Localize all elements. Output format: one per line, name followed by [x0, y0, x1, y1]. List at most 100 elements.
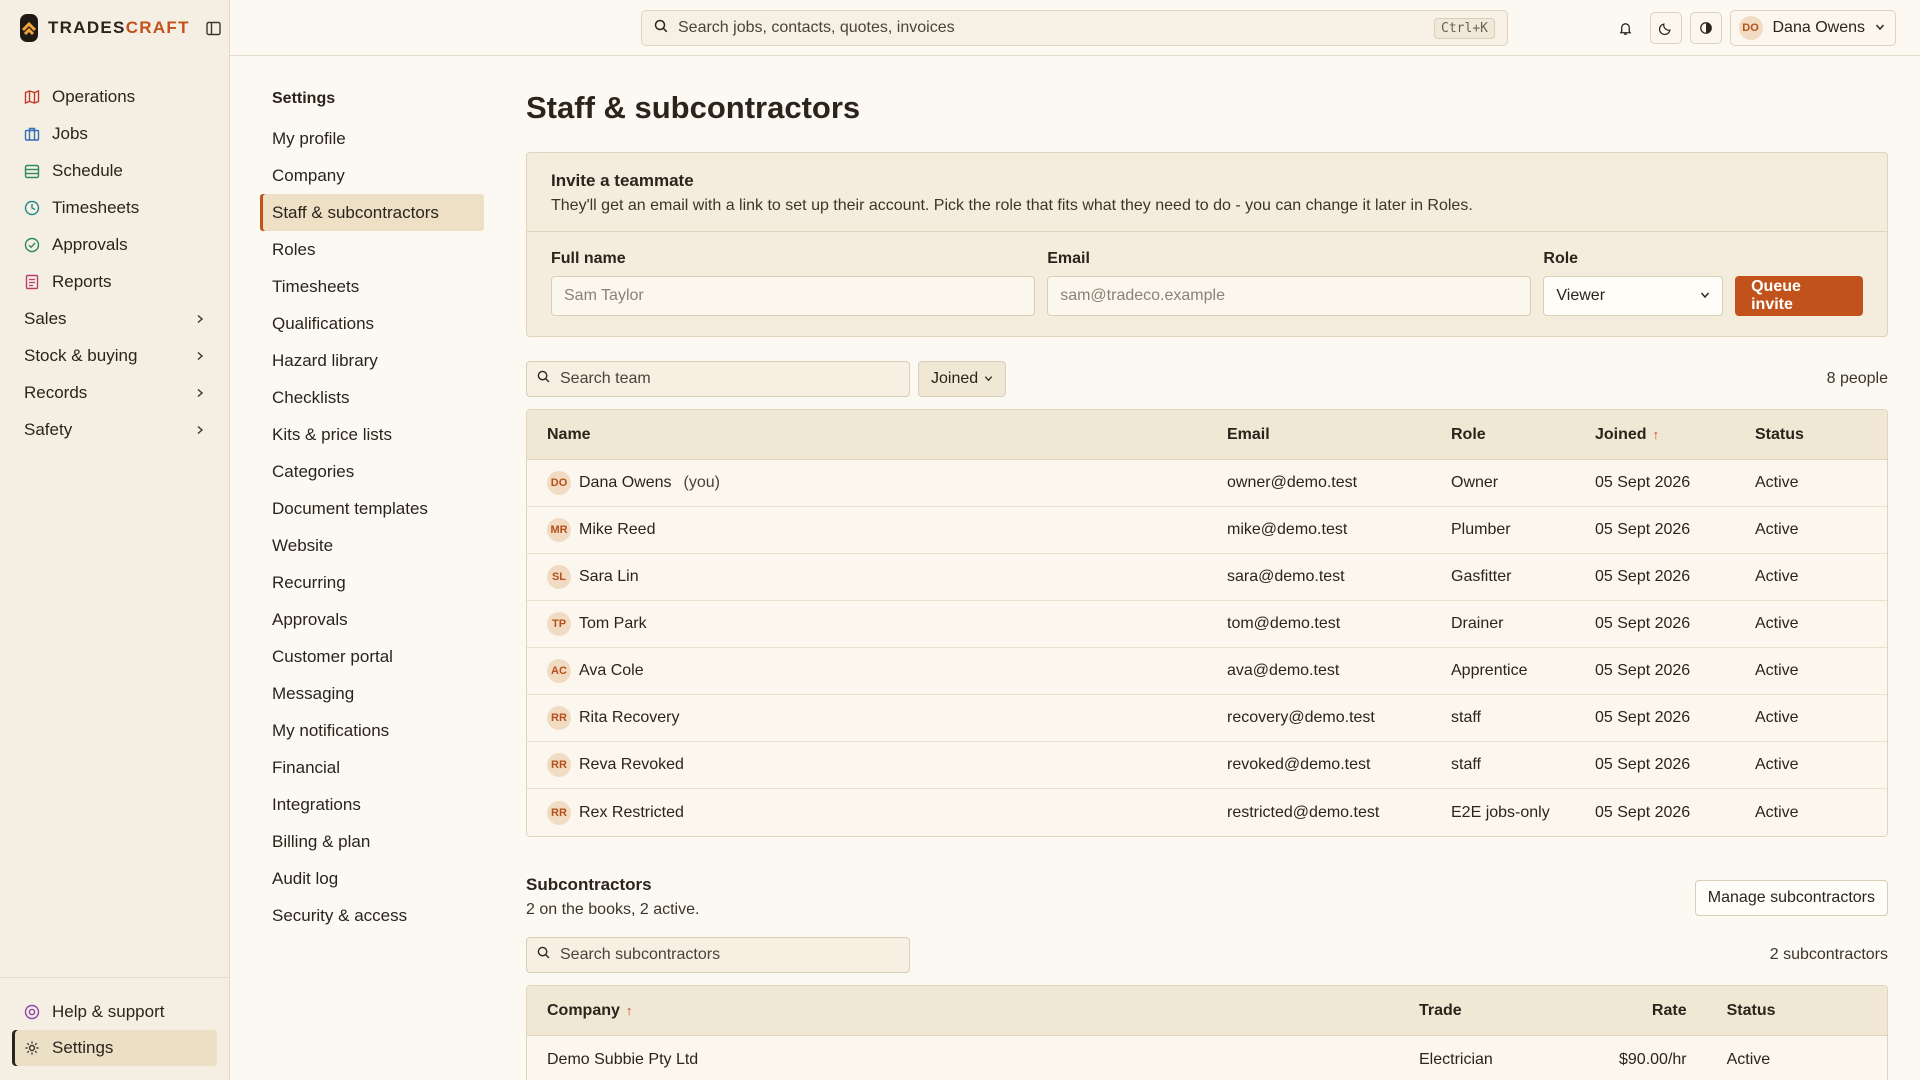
invite-form: Full name Sam Taylor Email sam@tradeco.e… [527, 232, 1887, 336]
table-row[interactable]: RR Rex Restricted restricted@demo.test E2E … [527, 789, 1887, 836]
manage-subcontractors-button[interactable]: Manage subcontractors [1694, 880, 1888, 916]
column-joined[interactable]: Joined ↑ [1575, 410, 1735, 460]
table-row[interactable]: SL Sara Lin sara@demo.test Gasfitter 05 Sept… [527, 554, 1887, 601]
member-name: Dana Owens [579, 474, 672, 491]
team-search-input[interactable]: Search team [526, 361, 910, 397]
column-trade[interactable]: Trade [1399, 986, 1599, 1036]
queue-invite-button[interactable]: Queue invite [1735, 276, 1863, 316]
table-row[interactable]: MR Mike Reed mike@demo.test Plumber 05 Sept … [527, 507, 1887, 554]
subcontractors-header: Subcontractors 2 on the books, 2 active.… [526, 875, 1888, 919]
settings-nav-item-document-templates[interactable]: Document templates [260, 490, 484, 527]
settings-nav-item-staff-subcontractors[interactable]: Staff & subcontractors [260, 194, 484, 231]
email-input[interactable]: sam@tradeco.example [1047, 276, 1532, 316]
settings-nav-item-my-notifications[interactable]: My notifications [260, 712, 484, 749]
nav-group-safety[interactable]: Safety [0, 411, 229, 448]
role-cell: Plumber [1431, 507, 1575, 554]
nav-label: Operations [52, 86, 136, 106]
user-name: Dana Owens [1772, 19, 1866, 36]
column-role[interactable]: Role [1431, 410, 1575, 460]
settings-nav-item-audit-log[interactable]: Audit log [260, 860, 484, 897]
role-cell: Drainer [1431, 601, 1575, 648]
moon-icon[interactable] [1649, 12, 1682, 44]
nav-group-records[interactable]: Records [0, 374, 229, 411]
role-select[interactable]: Viewer [1543, 276, 1724, 316]
full-name-input[interactable]: Sam Taylor [551, 276, 1036, 316]
settings-nav-item-customer-portal[interactable]: Customer portal [260, 638, 484, 675]
nav-item-approvals[interactable]: Approvals [0, 226, 229, 263]
settings-nav-item-website[interactable]: Website [260, 527, 484, 564]
avatar: SL [547, 565, 571, 589]
settings-nav-item-messaging[interactable]: Messaging [260, 675, 484, 712]
nav-item-schedule[interactable]: Schedule [0, 152, 229, 189]
collapse-sidebar-icon[interactable] [206, 19, 221, 37]
global-search[interactable]: Search jobs, contacts, quotes, invoices … [641, 10, 1508, 46]
name-cell: TP Tom Park [527, 601, 1207, 648]
column-status[interactable]: Status [1735, 410, 1887, 460]
avatar: RR [547, 753, 571, 777]
team-table-body: DO Dana Owens (you) owner@demo.test Owner 05 … [527, 460, 1887, 836]
role-cell: Apprentice [1431, 648, 1575, 695]
nav-group-stock-buying[interactable]: Stock & buying [0, 337, 229, 374]
contrast-icon[interactable] [1689, 12, 1722, 44]
clock-icon [24, 200, 40, 216]
help-support-link[interactable]: Help & support [12, 994, 217, 1030]
table-row[interactable]: Demo Subbie Pty Ltd Electrician $90.00/hr A… [527, 1036, 1887, 1080]
column-email[interactable]: Email [1207, 410, 1431, 460]
name-cell: RR Rex Restricted [527, 789, 1207, 836]
nav-label: Jobs [52, 123, 88, 143]
nav-item-operations[interactable]: Operations [0, 78, 229, 115]
settings-nav-item-recurring[interactable]: Recurring [260, 564, 484, 601]
global-search-placeholder: Search jobs, contacts, quotes, invoices [678, 19, 955, 36]
nav-item-timesheets[interactable]: Timesheets [0, 189, 229, 226]
bell-icon[interactable] [1610, 12, 1642, 44]
subcontractor-count: 2 subcontractors [1769, 946, 1888, 963]
help-label: Help & support [52, 1002, 165, 1021]
table-row[interactable]: RR Rita Recovery recovery@demo.test staff 05… [527, 695, 1887, 742]
content-row: Settings My profile Company Staff & subcon… [230, 56, 1920, 1080]
column-company[interactable]: Company ↑ [527, 986, 1399, 1036]
invite-card: Invite a teammate They'll get an email w… [526, 152, 1888, 337]
table-row[interactable]: DO Dana Owens (you) owner@demo.test Owner 05 … [527, 460, 1887, 507]
role-select-value: Viewer [1556, 287, 1606, 304]
nav-item-reports[interactable]: Reports [0, 263, 229, 300]
status-cell: Active [1735, 648, 1887, 695]
settings-nav-item-approvals[interactable]: Approvals [260, 601, 484, 638]
table-row[interactable]: RR Reva Revoked revoked@demo.test staff 05 S… [527, 742, 1887, 789]
settings-nav-item-timesheets[interactable]: Timesheets [260, 268, 484, 305]
user-menu-button[interactable]: DO Dana Owens [1729, 10, 1896, 46]
column-name[interactable]: Name [527, 410, 1207, 460]
role-cell: E2E jobs-only [1431, 789, 1575, 836]
name-cell: MR Mike Reed [527, 507, 1207, 554]
column-rate[interactable]: Rate [1599, 986, 1707, 1036]
settings-link[interactable]: Settings [12, 1030, 217, 1066]
nav-group-sales[interactable]: Sales [0, 300, 229, 337]
settings-nav-item-qualifications[interactable]: Qualifications [260, 305, 484, 342]
settings-nav-item-security-access[interactable]: Security & access [260, 897, 484, 934]
settings-nav-item-roles[interactable]: Roles [260, 231, 484, 268]
settings-nav-item-integrations[interactable]: Integrations [260, 786, 484, 823]
settings-nav-item-billing-plan[interactable]: Billing & plan [260, 823, 484, 860]
nav-group-label: Safety [24, 419, 73, 439]
subcontractors-table-header: Company ↑ Trade Rate Status [527, 986, 1887, 1036]
full-name-field-group: Full name Sam Taylor [551, 250, 1036, 316]
column-status[interactable]: Status [1706, 986, 1887, 1036]
settings-nav-item-kits-price-lists[interactable]: Kits & price lists [260, 416, 484, 453]
table-row[interactable]: TP Tom Park tom@demo.test Drainer 05 Sept 20… [527, 601, 1887, 648]
table-row[interactable]: AC Ava Cole ava@demo.test Apprentice 05 Sept… [527, 648, 1887, 695]
nav-item-jobs[interactable]: Jobs [0, 115, 229, 152]
settings-nav-item-checklists[interactable]: Checklists [260, 379, 484, 416]
avatar: RR [547, 800, 571, 825]
subcontractor-search-input[interactable]: Search subcontractors [526, 937, 910, 973]
settings-nav-item-company[interactable]: Company [260, 157, 484, 194]
status-cell: Active [1735, 695, 1887, 742]
brand-logo[interactable] [20, 14, 38, 42]
settings-nav-item-financial[interactable]: Financial [260, 749, 484, 786]
settings-nav-item-my-profile[interactable]: My profile [260, 120, 484, 157]
settings-nav-item-categories[interactable]: Categories [260, 453, 484, 490]
team-search-placeholder: Search team [560, 370, 651, 387]
chevron-right-icon [195, 420, 205, 440]
settings-nav-item-hazard-library[interactable]: Hazard library [260, 342, 484, 379]
joined-filter-button[interactable]: Joined [918, 361, 1007, 397]
member-name: Ava Cole [579, 662, 644, 679]
brand: TRADESCRAFT [0, 0, 229, 56]
